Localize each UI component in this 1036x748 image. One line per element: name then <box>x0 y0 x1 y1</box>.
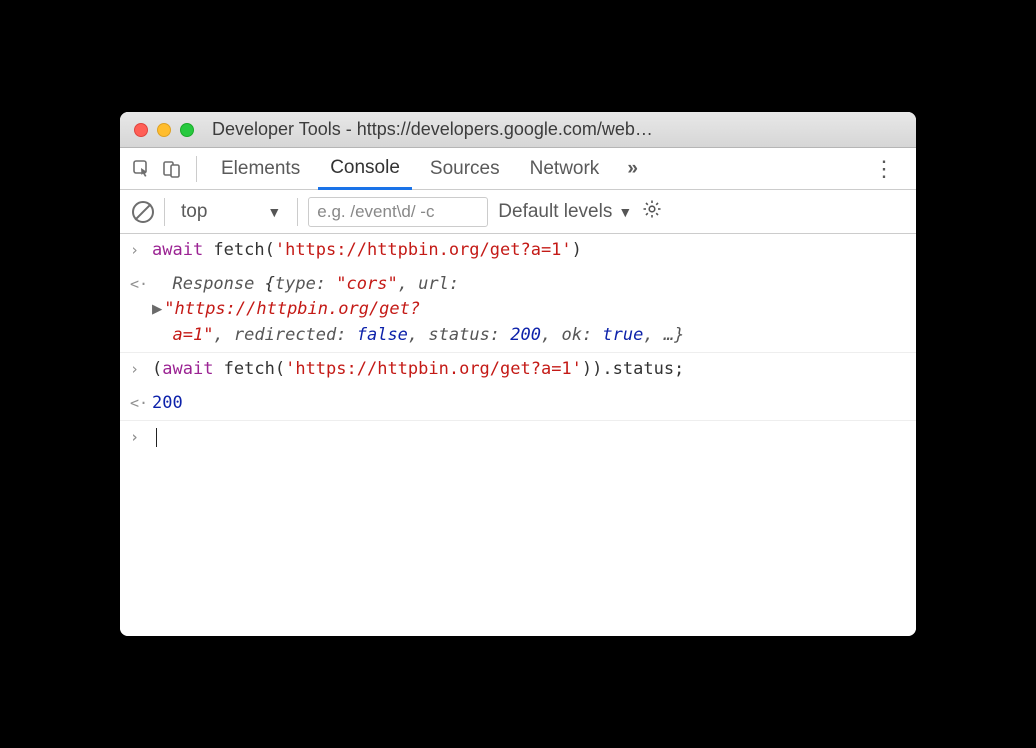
chevron-down-icon: ▼ <box>618 204 632 220</box>
console-result: 200 <box>152 391 904 417</box>
inspect-element-icon[interactable] <box>130 157 154 181</box>
tab-sources[interactable]: Sources <box>418 148 512 189</box>
log-levels-selector[interactable]: Default levels ▼ <box>498 201 632 223</box>
console-output[interactable]: › await fetch('https://httpbin.org/get?a… <box>120 234 916 636</box>
console-result-row: <· Response {type: "cors", url: ▶"https:… <box>120 268 916 354</box>
levels-label: Default levels <box>498 201 612 223</box>
device-toolbar-icon[interactable] <box>160 157 184 181</box>
tab-elements[interactable]: Elements <box>209 148 312 189</box>
traffic-lights <box>134 123 194 137</box>
window-title: Developer Tools - https://developers.goo… <box>212 119 902 140</box>
gear-icon[interactable] <box>642 199 662 225</box>
console-toolbar: top ▼ Default levels ▼ <box>120 190 916 234</box>
prompt-icon: › <box>130 238 152 262</box>
prompt-icon: › <box>130 357 152 381</box>
console-result[interactable]: Response {type: "cors", url: ▶"https://h… <box>152 272 904 349</box>
divider <box>196 156 197 182</box>
console-command: (await fetch('https://httpbin.org/get?a=… <box>152 357 904 383</box>
chevron-down-icon: ▼ <box>267 204 281 220</box>
filter-input[interactable] <box>308 197 488 227</box>
console-input[interactable] <box>152 425 904 451</box>
console-result-row: <· 200 <box>120 387 916 422</box>
devtools-window: Developer Tools - https://developers.goo… <box>120 112 916 636</box>
context-selector[interactable]: top ▼ <box>175 201 287 223</box>
clear-console-icon[interactable] <box>132 201 154 223</box>
console-input-row: › (await fetch('https://httpbin.org/get?… <box>120 353 916 387</box>
return-icon: <· <box>130 391 152 415</box>
console-command: await fetch('https://httpbin.org/get?a=1… <box>152 238 904 264</box>
tab-network[interactable]: Network <box>518 148 612 189</box>
expand-triangle-icon[interactable]: ▶ <box>152 299 162 319</box>
console-prompt-row[interactable]: › <box>120 421 916 455</box>
divider <box>297 198 298 226</box>
minimize-icon[interactable] <box>157 123 171 137</box>
close-icon[interactable] <box>134 123 148 137</box>
cursor <box>156 428 157 447</box>
zoom-icon[interactable] <box>180 123 194 137</box>
tab-console[interactable]: Console <box>318 149 412 190</box>
context-label: top <box>181 201 207 223</box>
console-input-row: › await fetch('https://httpbin.org/get?a… <box>120 234 916 268</box>
titlebar: Developer Tools - https://developers.goo… <box>120 112 916 148</box>
settings-menu-icon[interactable]: ⋮ <box>863 156 906 182</box>
tab-bar: Elements Console Sources Network » ⋮ <box>120 148 916 190</box>
tabs-overflow[interactable]: » <box>617 158 648 180</box>
return-icon: <· <box>130 272 152 296</box>
prompt-icon: › <box>130 425 152 449</box>
divider <box>164 198 165 226</box>
